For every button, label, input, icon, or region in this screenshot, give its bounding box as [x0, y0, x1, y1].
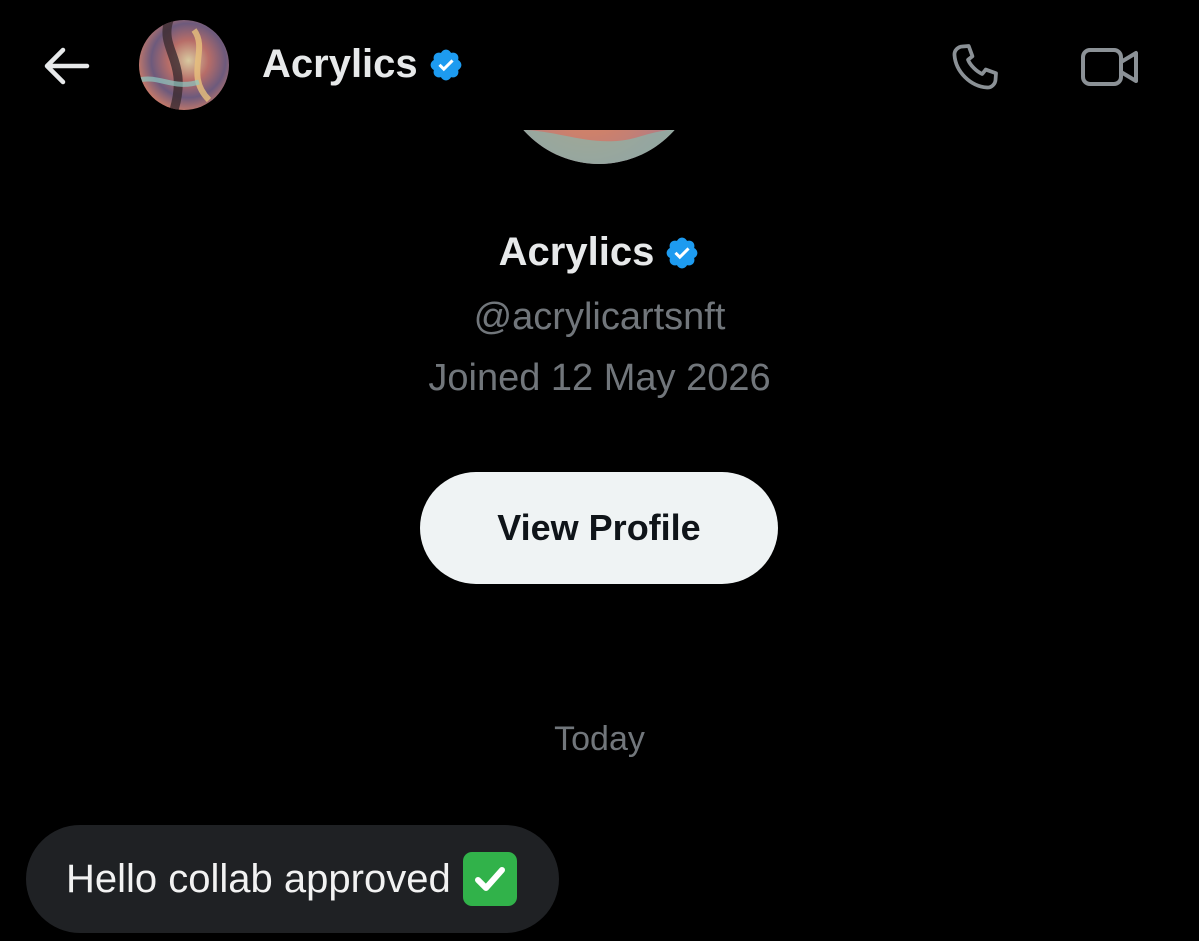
check-mark-button-icon — [462, 852, 517, 906]
arrow-left-icon — [44, 47, 90, 85]
chat-title-text: Acrylics — [262, 42, 418, 86]
message-bubble[interactable]: Hello collab approved — [26, 825, 559, 933]
header-avatar[interactable] — [139, 20, 229, 110]
video-call-button[interactable] — [1076, 36, 1144, 98]
voice-call-button[interactable] — [944, 36, 1006, 98]
phone-icon — [952, 44, 998, 90]
profile-name-text: Acrylics — [498, 230, 655, 274]
back-button[interactable] — [36, 36, 96, 96]
message-text: Hello collab approved — [66, 856, 451, 901]
chat-header: Acrylics — [0, 0, 1199, 130]
chat-title[interactable]: Acrylics — [262, 42, 464, 87]
view-profile-button[interactable]: View Profile — [420, 472, 778, 584]
profile-name: Acrylics — [0, 230, 1199, 275]
header-avatar-image — [139, 20, 229, 110]
verified-badge-icon — [428, 47, 464, 83]
video-camera-icon — [1081, 48, 1138, 86]
profile-handle: @acrylicartsnft — [473, 296, 726, 338]
profile-joined-date: Joined 12 May 2026 — [428, 357, 771, 399]
date-divider: Today — [554, 720, 645, 758]
verified-badge-icon — [664, 235, 700, 271]
